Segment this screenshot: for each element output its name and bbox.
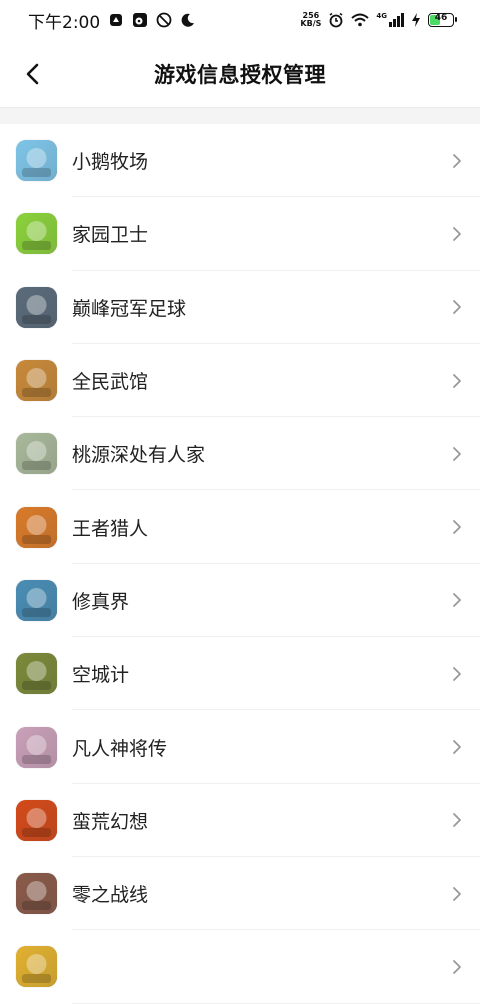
martial-hall-icon bbox=[16, 360, 57, 402]
chevron-right-icon bbox=[442, 952, 472, 982]
nav-bar: 游戏信息授权管理 bbox=[0, 40, 480, 108]
chevron-right-icon bbox=[442, 659, 472, 689]
game-name: 桃源深处有人家 bbox=[72, 444, 206, 467]
status-bar: 下午2:00 256 KB/S 4G 46 bbox=[0, 0, 480, 40]
game-name: 修真界 bbox=[72, 590, 130, 613]
game-name: 王者猎人 bbox=[72, 517, 149, 540]
game-name: 家园卫士 bbox=[72, 224, 149, 247]
mortal-general-icon bbox=[16, 726, 57, 768]
game-name: 巅峰冠军足球 bbox=[72, 297, 187, 320]
status-right: 256 KB/S 4G 46 bbox=[300, 12, 457, 28]
back-button[interactable] bbox=[14, 54, 50, 94]
moon-icon bbox=[181, 13, 195, 27]
status-left: 下午2:00 bbox=[28, 8, 196, 33]
game-list: 小鹅牧场家园卫士巅峰冠军足球 全民武馆桃源深处有人家 王者猎人修真界空城计凡人神将传… bbox=[0, 124, 480, 1004]
chevron-right-icon bbox=[442, 732, 472, 762]
do-not-disturb-icon bbox=[156, 12, 172, 28]
page-title: 游戏信息授权管理 bbox=[154, 62, 326, 87]
chevron-right-icon bbox=[442, 366, 472, 396]
game-name: 零之战线 bbox=[72, 884, 149, 907]
game-row[interactable]: 凡人神将传 bbox=[0, 710, 480, 784]
chevron-right-icon bbox=[442, 585, 472, 615]
chevron-right-icon bbox=[442, 439, 472, 469]
football-icon bbox=[16, 286, 57, 328]
chevron-right-icon bbox=[442, 219, 472, 249]
back-arrow-icon bbox=[26, 63, 39, 85]
network-type: 4G bbox=[376, 12, 387, 20]
game-name: 蛮荒幻想 bbox=[72, 810, 149, 833]
section-spacer bbox=[0, 108, 480, 124]
signal-icon: 4G bbox=[376, 13, 404, 27]
battery-level: 46 bbox=[434, 13, 448, 23]
chevron-right-icon bbox=[442, 879, 472, 909]
battery-indicator: 46 bbox=[428, 13, 457, 27]
zero-frontline-icon bbox=[16, 873, 57, 915]
net-speed: 256 KB/S bbox=[300, 12, 321, 28]
chevron-right-icon bbox=[442, 292, 472, 322]
game-row[interactable] bbox=[0, 930, 480, 1004]
game-row[interactable]: 小鹅牧场 bbox=[0, 124, 480, 198]
empty-city-icon bbox=[16, 653, 57, 695]
game-row[interactable]: 王者猎人 bbox=[0, 490, 480, 565]
game-row[interactable]: 桃源深处有人家 bbox=[0, 417, 480, 491]
peach-garden-icon bbox=[16, 433, 57, 475]
wild-fantasy-icon bbox=[16, 799, 57, 841]
cultivation-icon bbox=[16, 579, 57, 621]
chevron-right-icon bbox=[442, 512, 472, 542]
game-name: 凡人神将传 bbox=[72, 737, 168, 760]
game-row[interactable]: 家园卫士 bbox=[0, 197, 480, 271]
weibo-icon bbox=[133, 13, 148, 27]
homeland-guard-icon bbox=[16, 213, 57, 255]
game-row[interactable]: 全民武馆 bbox=[0, 343, 480, 418]
game-row[interactable]: 修真界 bbox=[0, 563, 480, 638]
chevron-right-icon bbox=[442, 805, 472, 835]
game-row[interactable]: 空城计 bbox=[0, 637, 480, 711]
nba-game-icon bbox=[16, 946, 57, 988]
game-name: 全民武馆 bbox=[72, 371, 149, 394]
goose-ranch-icon bbox=[16, 140, 57, 182]
game-name: 小鹅牧场 bbox=[72, 151, 149, 174]
net-speed-unit: KB/S bbox=[300, 19, 322, 28]
game-row[interactable]: 蛮荒幻想 bbox=[0, 783, 480, 858]
chevron-right-icon bbox=[442, 146, 472, 176]
game-name: 空城计 bbox=[72, 664, 130, 687]
notification-icon bbox=[110, 14, 123, 26]
alarm-icon bbox=[329, 12, 343, 28]
game-row[interactable]: 零之战线 bbox=[0, 856, 480, 931]
king-hunter-icon bbox=[16, 506, 57, 548]
charging-icon bbox=[412, 13, 420, 27]
status-time: 下午2:00 bbox=[28, 12, 101, 33]
wifi-icon bbox=[351, 13, 370, 27]
game-row[interactable]: 巅峰冠军足球 bbox=[0, 270, 480, 345]
